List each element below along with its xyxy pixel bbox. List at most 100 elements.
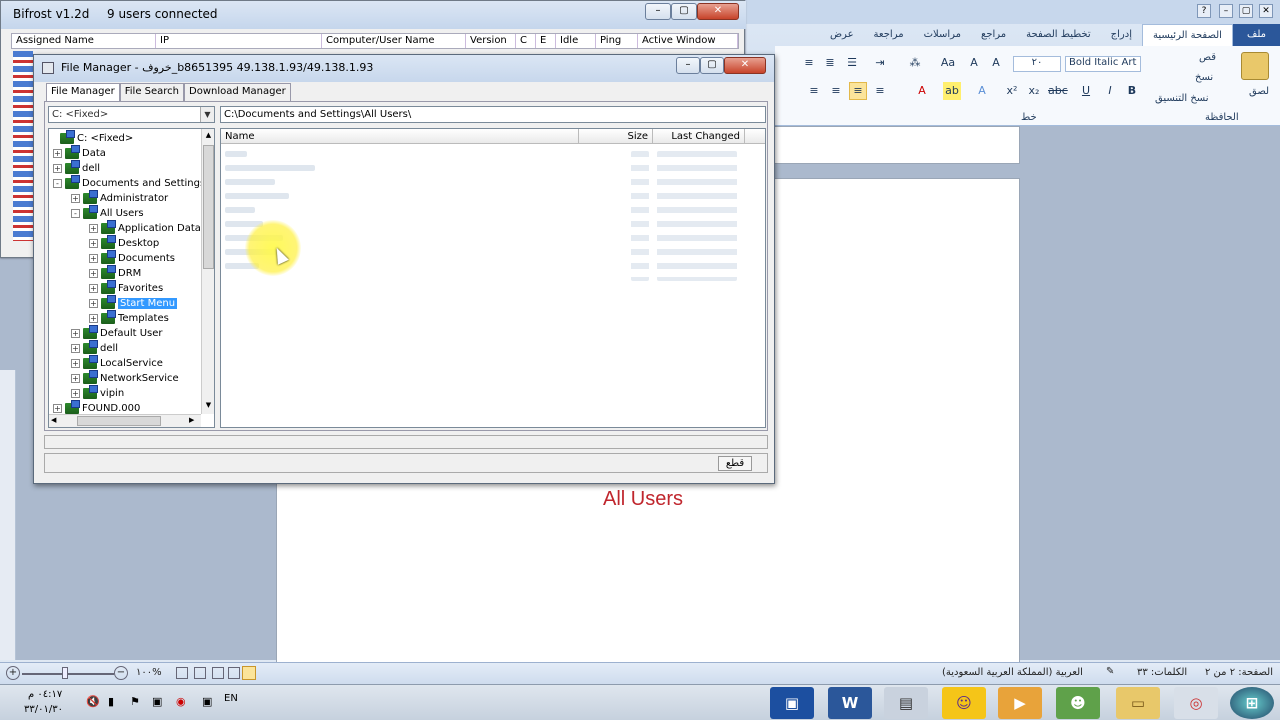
font-name-field[interactable]: Bold Italic Art — [1065, 56, 1141, 72]
folder-tree[interactable]: C: <Fixed> + Data + dell - Documents and Setti… — [48, 128, 215, 428]
view-reading-icon[interactable] — [228, 667, 240, 679]
expand-icon[interactable]: + — [71, 373, 80, 383]
format-painter-button[interactable]: نسخ التنسيق — [1155, 93, 1208, 104]
paste-button[interactable]: لصق — [1249, 86, 1269, 97]
tree-horizontal-scrollbar[interactable]: ◀ ▶ — [49, 414, 201, 427]
paste-icon[interactable] — [1241, 52, 1269, 80]
collapse-icon[interactable]: - — [53, 178, 62, 188]
collapse-icon[interactable]: - — [71, 208, 80, 218]
tree-node-label[interactable]: C: <Fixed> — [77, 133, 133, 144]
align-right-icon[interactable]: ≡ — [827, 82, 845, 100]
subscript-icon[interactable]: x₂ — [1025, 82, 1043, 100]
tab-insert[interactable]: إدراج — [1101, 24, 1142, 46]
tab-download-manager[interactable]: Download Manager — [184, 83, 291, 101]
expand-icon[interactable]: + — [89, 253, 98, 263]
tab-view[interactable]: عرض — [820, 24, 864, 46]
col-active-window[interactable]: Active Window — [638, 34, 738, 48]
tree-node-label[interactable]: Documents and Settings — [82, 178, 205, 189]
scroll-up-icon[interactable]: ▲ — [203, 131, 214, 141]
list-item[interactable] — [225, 207, 255, 213]
tray-icon-2[interactable]: ▣ — [202, 695, 212, 708]
col-e[interactable]: E — [536, 34, 556, 48]
align-center-icon[interactable]: ≡ — [849, 82, 867, 100]
taskbar-word-icon[interactable]: W — [828, 687, 872, 719]
vertical-scrollbar[interactable] — [0, 370, 16, 660]
list-item[interactable] — [225, 165, 315, 171]
col-name[interactable]: Name — [221, 129, 579, 144]
expand-icon[interactable]: + — [53, 163, 62, 173]
taskbar-yahoo-icon[interactable]: ☺ — [942, 687, 986, 719]
fm-minimize-button[interactable]: – — [676, 57, 700, 74]
bifrost-maximize-button[interactable]: ▢ — [671, 3, 697, 20]
tab-file[interactable]: ملف — [1232, 24, 1280, 46]
file-manager-title-bar[interactable]: File Manager - خروف_b8651395 49.138.1.93… — [34, 55, 774, 82]
tree-node-label[interactable]: Default User — [100, 328, 163, 339]
expand-icon[interactable]: + — [89, 283, 98, 293]
status-page[interactable]: الصفحة: ٢ من ٢ — [1205, 667, 1273, 678]
clock-date[interactable]: ٣٣/٠١/٣٠ — [24, 704, 63, 715]
tree-node-label[interactable]: DRM — [118, 268, 141, 279]
tree-node-label[interactable]: dell — [82, 163, 100, 174]
proofing-icon[interactable]: ✎ — [1106, 666, 1114, 677]
tree-node-label[interactable]: Application Data — [118, 223, 201, 234]
zoom-slider[interactable] — [22, 673, 114, 675]
document-text[interactable]: All Users — [603, 488, 683, 511]
tab-page-layout[interactable]: تخطيط الصفحة — [1016, 24, 1101, 46]
copy-button[interactable]: نسخ — [1195, 72, 1213, 83]
col-idle[interactable]: Idle — [556, 34, 596, 48]
drive-icon[interactable] — [53, 133, 57, 143]
antivirus-icon[interactable]: ◉ — [176, 695, 186, 708]
view-web-icon[interactable] — [212, 667, 224, 679]
clock-time[interactable]: ٠٤:١٧ م — [28, 689, 62, 700]
col-last-changed[interactable]: Last Changed — [653, 129, 745, 144]
path-field[interactable]: C:\Documents and Settings\All Users\ — [220, 106, 766, 123]
word-close-button[interactable]: ✕ — [1259, 4, 1273, 18]
list-item[interactable] — [225, 193, 289, 199]
tree-node[interactable]: + Default User — [71, 324, 163, 341]
word-minimize-button[interactable]: – — [1219, 4, 1233, 18]
multilevel-icon[interactable]: ☰ — [843, 54, 861, 72]
col-ip[interactable]: IP — [156, 34, 322, 48]
expand-icon[interactable]: + — [71, 193, 80, 203]
taskbar-app-icon[interactable]: ▤ — [884, 687, 928, 719]
expand-icon[interactable]: + — [53, 148, 62, 158]
tree-node-label[interactable]: Documents — [118, 253, 175, 264]
chevron-down-icon[interactable]: ▼ — [200, 107, 214, 122]
expand-icon[interactable]: + — [53, 403, 62, 413]
zoom-level[interactable]: ١٠٠% — [136, 667, 162, 678]
view-draft-icon[interactable] — [176, 667, 188, 679]
bullets-icon[interactable]: ≡ — [800, 54, 818, 72]
align-left-icon[interactable]: ≡ — [871, 82, 889, 100]
col-computer-user[interactable]: Computer/User Name — [322, 34, 466, 48]
font-color-icon[interactable]: A — [913, 82, 931, 100]
tree-node[interactable]: C: <Fixed> — [53, 129, 133, 146]
col-version[interactable]: Version — [466, 34, 516, 48]
change-case-icon[interactable]: Aa — [937, 54, 959, 72]
grow-font-icon[interactable]: A — [987, 54, 1005, 72]
taskbar-media-player-icon[interactable]: ▶ — [998, 687, 1042, 719]
bifrost-close-button[interactable]: ✕ — [697, 3, 739, 20]
tree-node[interactable]: + Start Menu — [89, 294, 178, 311]
tree-vertical-scrollbar[interactable]: ▲ ▼ — [201, 129, 214, 414]
tree-node[interactable]: - Documents and Settings — [53, 174, 205, 191]
italic-icon[interactable]: I — [1101, 82, 1119, 100]
col-c[interactable]: C — [516, 34, 536, 48]
col-size[interactable]: Size — [579, 129, 653, 144]
expand-icon[interactable]: + — [71, 358, 80, 368]
word-help-icon[interactable]: ? — [1197, 4, 1211, 18]
col-assigned-name[interactable]: Assigned Name — [12, 34, 156, 48]
taskbar-bifrost-icon[interactable]: ▣ — [770, 687, 814, 719]
view-print-layout-icon[interactable] — [242, 666, 256, 680]
tab-file-manager[interactable]: File Manager — [46, 83, 120, 102]
flag-icon[interactable]: ⚑ — [130, 695, 140, 708]
list-item[interactable] — [225, 179, 275, 185]
status-language[interactable]: العربية (المملكة العربية السعودية) — [942, 667, 1083, 678]
network-icon[interactable]: ▮ — [108, 695, 114, 708]
tree-hscroll-thumb[interactable] — [77, 416, 161, 426]
zoom-slider-thumb[interactable] — [62, 667, 68, 679]
tree-node-label[interactable]: Administrator — [100, 193, 168, 204]
tree-node-label[interactable]: Start Menu — [118, 298, 178, 309]
bold-icon[interactable]: B — [1123, 82, 1141, 100]
taskbar-messenger-icon[interactable]: ☻ — [1056, 687, 1100, 719]
expand-icon[interactable]: + — [71, 388, 80, 398]
